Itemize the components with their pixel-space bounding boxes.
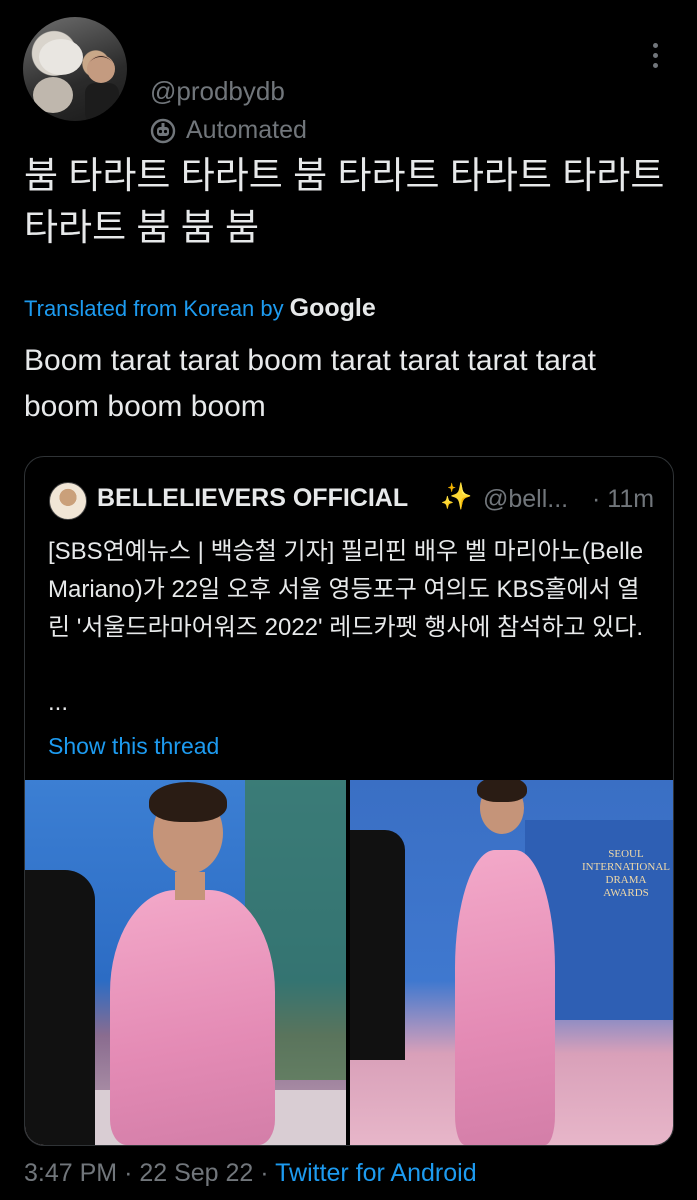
quoted-tweet[interactable]: BELLELIEVERS OFFICIAL ✨ @bell... · 11m [… [24,456,674,1146]
quote-avatar[interactable] [49,482,87,520]
more-vertical-icon[interactable] [643,35,667,75]
quote-timestamp: · 11m [592,485,655,513]
robot-icon [150,118,176,144]
translated-prefix: Translated from Korean by [24,296,284,321]
show-thread-link[interactable]: Show this thread [48,733,219,760]
quote-author-handle[interactable]: @bell... [483,485,568,514]
tweet-time: 3:47 PM [24,1159,118,1187]
meta-separator-2: · [260,1159,269,1187]
quote-photo-1[interactable] [25,780,346,1145]
automated-text: Automated [186,116,307,144]
tweet-text: 붐 타라트 타라트 붐 타라트 타라트 타라트 타라트 붐 붐 붐 [24,155,665,248]
quote-author-name[interactable]: BELLELIEVERS OFFICIAL [97,484,408,513]
quote-ellipsis: ... [48,689,69,716]
avatar[interactable] [23,17,127,121]
event-sign: SEOUL INTERNATIONAL DRAMA AWARDS [582,848,670,899]
tweet-source-link[interactable]: Twitter for Android [275,1159,476,1187]
google-logo: Google [289,294,376,322]
meta-separator-1: · [124,1159,133,1187]
sparkles-emoji: ✨ [440,481,473,511]
quote-text: [SBS연예뉴스 | 백승철 기자] 필리핀 배우 벨 마리아노(Belle M… [48,538,644,641]
tweet-meta: 3:47 PM · 22 Sep 22 · Twitter for Androi… [24,1159,477,1188]
translated-text: Boom tarat tarat boom tarat tarat tarat … [24,344,596,423]
quote-photo-2[interactable]: SEOUL INTERNATIONAL DRAMA AWARDS [350,780,673,1145]
automated-label: Automated [150,116,307,145]
author-handle[interactable]: @prodbydb [150,76,285,107]
tweet-date: 22 Sep 22 [139,1159,254,1187]
translation-attribution[interactable]: Translated from Korean by Google [24,294,376,323]
